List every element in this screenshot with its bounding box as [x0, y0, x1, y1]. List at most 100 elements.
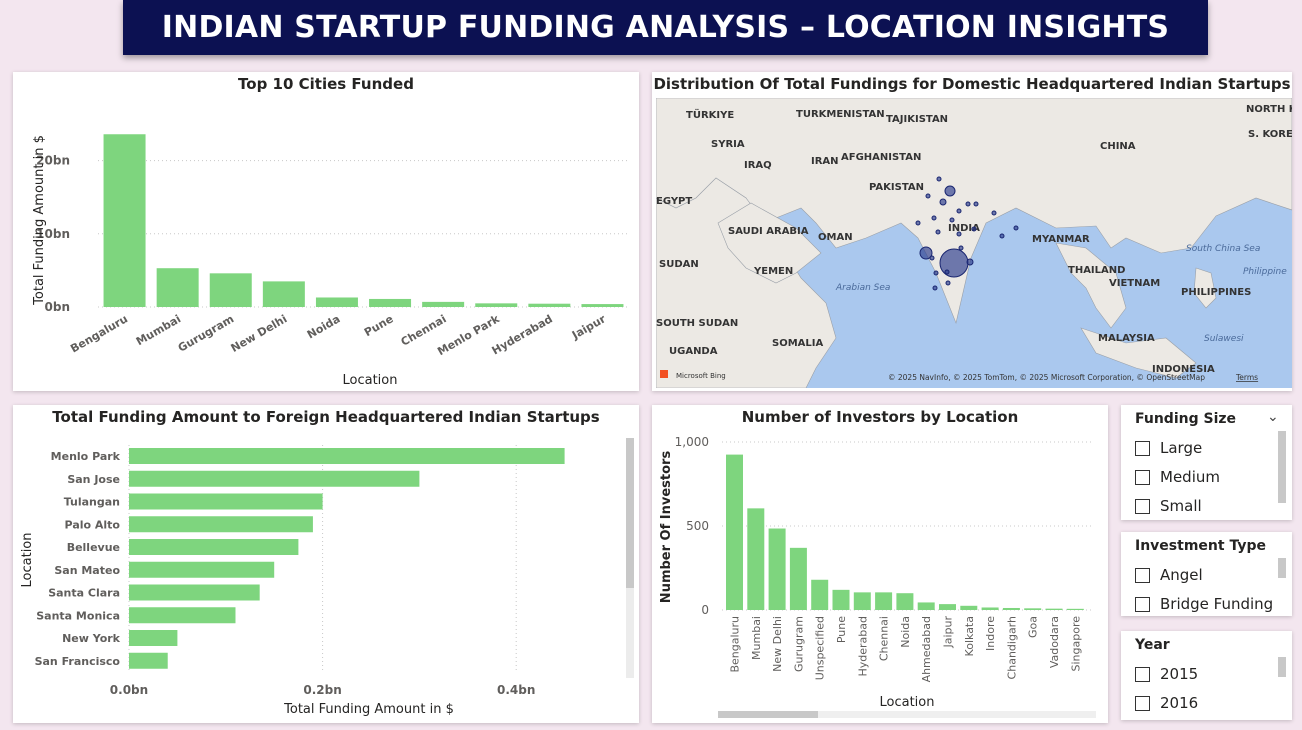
x-tick-label: Jaipur [569, 312, 608, 342]
y-tick-label: Menlo Park [51, 450, 121, 463]
map-bubble [956, 231, 962, 237]
bar [811, 579, 829, 610]
checkbox-icon[interactable] [1135, 695, 1150, 711]
microsoft-logo-icon [660, 370, 668, 378]
foreign-scrollbar[interactable] [626, 438, 634, 588]
year-option-2015[interactable]: 2015 [1135, 665, 1198, 683]
map-bubble [991, 210, 997, 216]
bar [156, 268, 199, 307]
year-option-2016[interactable]: 2016 [1135, 694, 1198, 712]
funding-size-slicer[interactable]: Funding Size ⌄ Large Medium Small [1121, 405, 1292, 520]
map-bubble [973, 201, 979, 207]
investment-type-slicer[interactable]: Investment Type Angel Bridge Funding [1121, 532, 1292, 616]
y-tick-label: 0 [701, 603, 709, 617]
bar [129, 630, 178, 646]
x-tick-label: Kolkata [963, 616, 976, 656]
map-bubble [971, 226, 977, 232]
y-axis-title: Number Of Investors [659, 451, 674, 604]
y-tick-label: San Jose [67, 473, 120, 486]
map-card[interactable]: Distribution Of Total Fundings for Domes… [652, 72, 1292, 391]
checkbox-icon[interactable] [1135, 498, 1150, 514]
x-tick-label: 0.0bn [110, 683, 148, 697]
bar [422, 301, 465, 307]
bar [129, 493, 323, 510]
bar [129, 539, 299, 555]
bar [315, 297, 358, 307]
investment-type-option-angel[interactable]: Angel [1135, 566, 1203, 584]
bar [209, 273, 252, 307]
foreign-card[interactable]: Total Funding Amount to Foreign Headquar… [13, 405, 639, 723]
map-bubble [944, 185, 956, 197]
map-place-label: TÜRKIYE [686, 107, 734, 121]
map-place-label: THAILAND [1068, 265, 1125, 276]
map-place-label: TAJIKISTAN [886, 114, 948, 125]
bar [1024, 608, 1042, 610]
map-bubble [966, 258, 974, 266]
checkbox-icon[interactable] [1135, 440, 1150, 456]
checkbox-icon[interactable] [1135, 596, 1150, 612]
map-bubble [1013, 225, 1019, 231]
bar [832, 589, 850, 610]
bar [129, 561, 275, 578]
foreign-scroll-track [626, 588, 634, 678]
x-tick-label: Hyderabad [856, 616, 869, 677]
x-tick-label: Vadodara [1048, 616, 1061, 668]
bar [262, 281, 305, 307]
map-place-label: IRAQ [744, 160, 772, 171]
y-axis-title: Location [20, 533, 35, 588]
year-slicer[interactable]: Year 2015 2016 [1121, 631, 1292, 720]
map-view[interactable]: NORTH KOREA TÜRKIYE TURKMENISTANTAJIKISTAN… [656, 98, 1292, 388]
bar [1045, 608, 1063, 610]
bar [789, 547, 807, 610]
x-tick-label: Bengaluru [729, 616, 742, 673]
map-bubble [933, 270, 939, 276]
page-title-bar: INDIAN STARTUP FUNDING ANALYSIS – LOCATI… [123, 0, 1208, 55]
funding-size-option-large[interactable]: Large [1135, 439, 1202, 457]
investment-type-title: Investment Type [1135, 538, 1266, 554]
map-bubble [915, 220, 921, 226]
map-place-label: AFGHANISTAN [841, 152, 921, 163]
map-place-label: UGANDA [669, 346, 718, 357]
year-title: Year [1135, 637, 1170, 653]
investment-type-scrollbar[interactable] [1278, 558, 1286, 578]
map-place-label: EGYPT [656, 196, 692, 207]
x-tick-label: Indore [984, 616, 997, 651]
map-place-label: SOUTH SUDAN [656, 318, 738, 329]
x-tick-label: 0.4bn [497, 683, 535, 697]
map-place-label: Arabian Sea [835, 283, 890, 293]
y-tick-label: Santa Clara [48, 587, 120, 600]
map-place-label: IRAN [811, 156, 839, 167]
map-place-label: SOMALIA [772, 338, 823, 349]
x-axis-title: Location [343, 373, 398, 388]
map-bubble [932, 285, 938, 291]
chevron-down-icon[interactable]: ⌄ [1267, 409, 1279, 425]
map-place-label: YEMEN [753, 266, 793, 277]
foreign-chart: 0.0bn 0.2bn 0.4bn Menlo Park San Jose Tulanga… [20, 445, 565, 717]
checkbox-icon[interactable] [1135, 469, 1150, 485]
top-cities-card[interactable]: Top 10 Cities Funded 0bn 10bn 20bn Bengalur… [13, 72, 639, 391]
x-tick-label: Mumbai [750, 616, 763, 660]
y-axis-title: Total Funding Amount in $ [32, 135, 47, 306]
top-cities-chart: 0bn10bn20bnBengaluru MumbaiGurugramNew De… [32, 134, 629, 388]
investment-type-option-bridge[interactable]: Bridge Funding [1135, 595, 1273, 613]
map-place-label: PAKISTAN [869, 182, 924, 193]
map-place-label: VIETNAM [1109, 278, 1160, 289]
bar [129, 584, 260, 601]
funding-size-option-small[interactable]: Small [1135, 497, 1202, 515]
investors-scrollbar[interactable] [718, 711, 818, 718]
funding-size-option-medium[interactable]: Medium [1135, 468, 1220, 486]
bar [960, 605, 978, 610]
bar [129, 516, 313, 533]
funding-size-scrollbar[interactable] [1278, 431, 1286, 503]
map-place-label: MYANMAR [1032, 234, 1090, 245]
bar [369, 298, 412, 307]
map-bubble [931, 215, 937, 221]
checkbox-icon[interactable] [1135, 666, 1150, 682]
checkbox-icon[interactable] [1135, 567, 1150, 583]
year-scrollbar[interactable] [1278, 657, 1286, 677]
bar [129, 652, 168, 669]
map-bubble [935, 229, 941, 235]
investors-card[interactable]: Number of Investors by Location 0 500 1,00… [652, 405, 1108, 723]
x-tick-label: Goa [1027, 616, 1040, 638]
bar [475, 303, 518, 307]
